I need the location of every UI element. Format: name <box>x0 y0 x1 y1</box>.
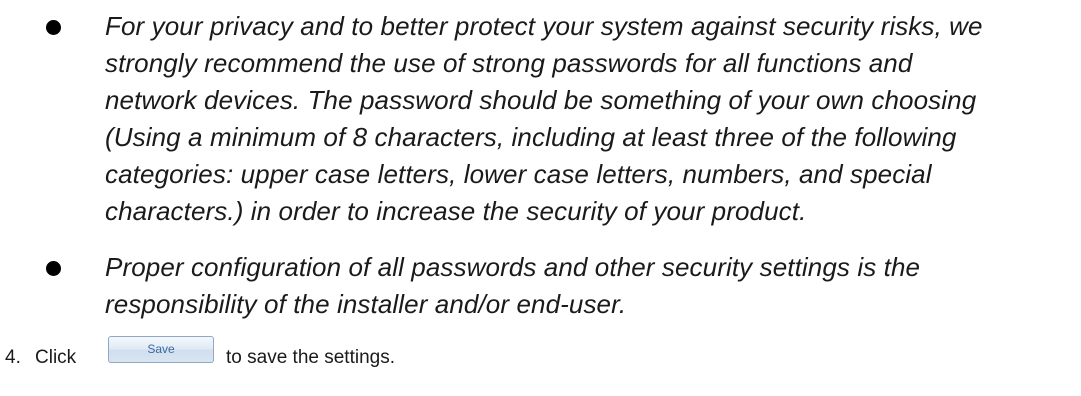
text-line: strongly recommend the use of strong pas… <box>105 48 913 78</box>
step-text-after: to save the settings. <box>226 347 395 368</box>
bullet-icon <box>46 261 61 276</box>
step-number: 4. <box>5 347 21 368</box>
text-line: characters.) in order to increase the se… <box>105 196 807 226</box>
text-line: For your privacy and to better protect y… <box>105 11 983 41</box>
text-line: categories: upper case letters, lower ca… <box>105 159 932 189</box>
text-line: (Using a minimum of 8 characters, includ… <box>105 122 957 152</box>
bullet-icon <box>46 20 61 35</box>
text-line: Proper configuration of all passwords an… <box>105 252 921 282</box>
password-recommendation-text: For your privacy and to better protect y… <box>105 8 1073 230</box>
text-line: network devices. The password should be … <box>105 85 977 115</box>
text-line: responsibility of the installer and/or e… <box>105 289 627 319</box>
step-text-before: Click <box>35 347 77 368</box>
save-button[interactable]: Save <box>108 336 214 363</box>
responsibility-text: Proper configuration of all passwords an… <box>105 249 1073 323</box>
step-instruction: 4. Click Save to save the settings. <box>0 336 1081 374</box>
